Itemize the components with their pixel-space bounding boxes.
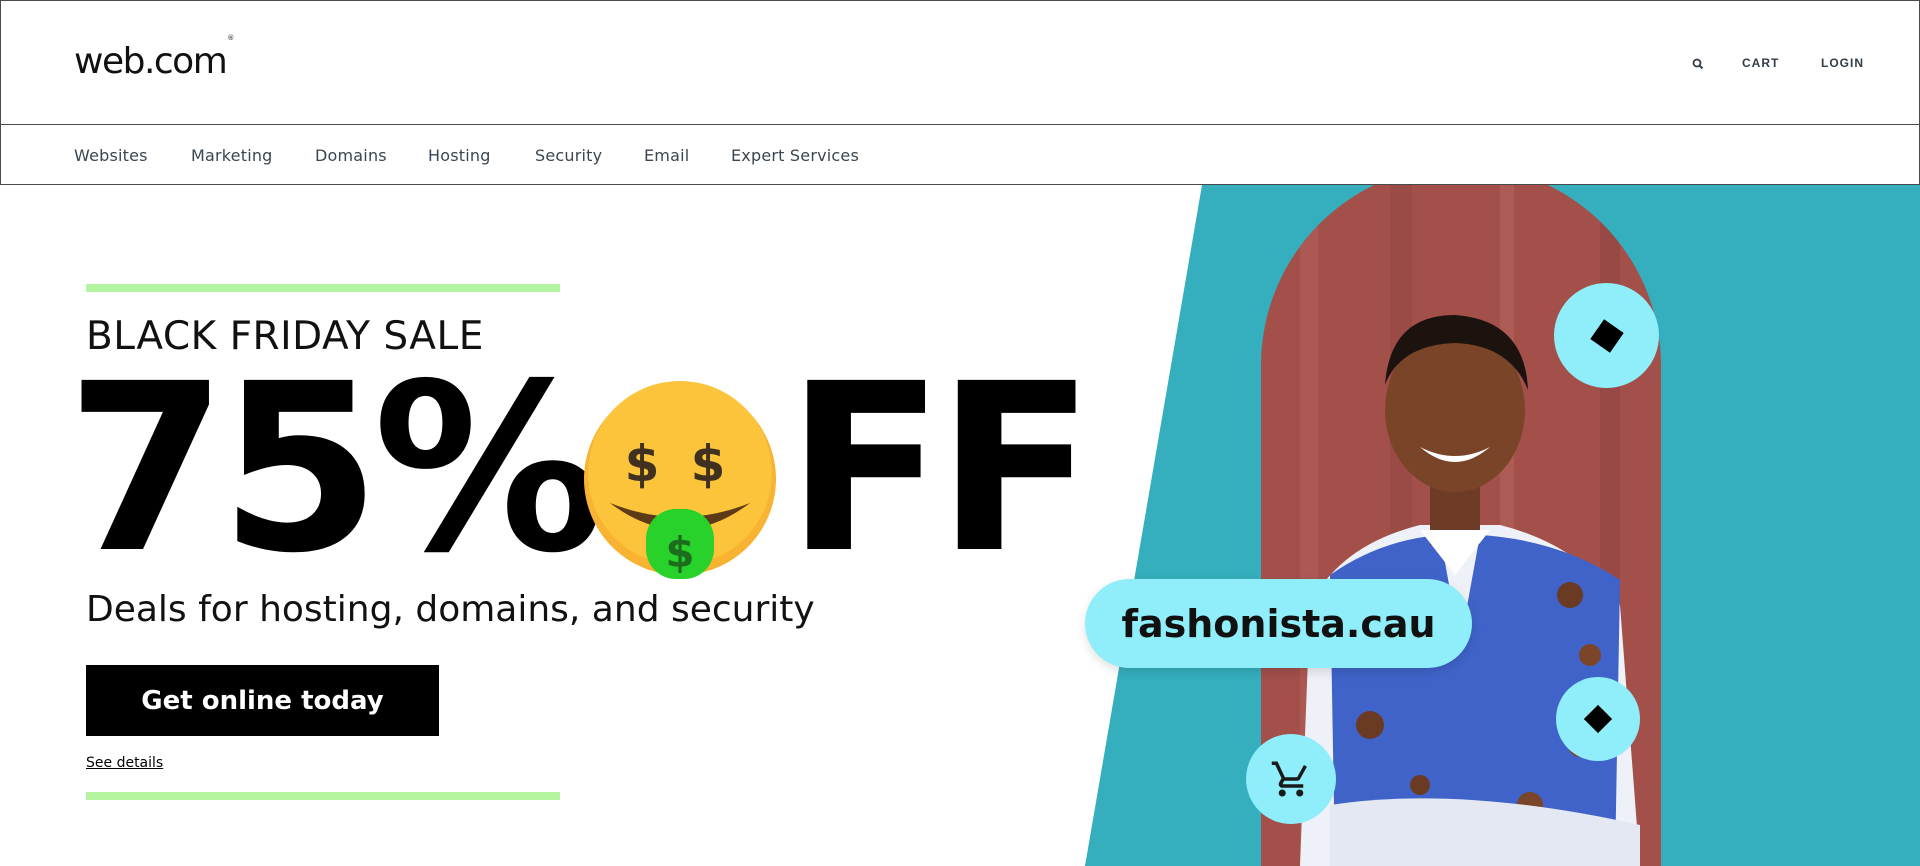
accent-line-bottom xyxy=(86,792,560,800)
login-link[interactable]: LOGIN xyxy=(1821,56,1864,70)
diamond-icon xyxy=(1583,704,1613,734)
svg-text:$: $ xyxy=(665,528,694,577)
see-details-link[interactable]: See details xyxy=(86,755,163,771)
cart-badge xyxy=(1246,734,1336,824)
svg-text:$: $ xyxy=(625,435,660,493)
nav-item-websites[interactable]: Websites xyxy=(74,146,148,165)
cart-link[interactable]: CART xyxy=(1742,56,1779,70)
site-logo[interactable]: web.com® xyxy=(74,34,234,82)
diamond-icon xyxy=(1589,318,1624,353)
nav-item-domains[interactable]: Domains xyxy=(315,146,387,165)
hero-banner: BLACK FRIDAY SALE 75% $ $ $ FF Deals for… xyxy=(0,185,1920,866)
nav-item-marketing[interactable]: Marketing xyxy=(191,146,273,165)
accent-line-top xyxy=(86,284,560,292)
domain-example-pill: fashonista.cau xyxy=(1085,579,1472,668)
nav-item-hosting[interactable]: Hosting xyxy=(428,146,491,165)
diamond-badge xyxy=(1554,283,1659,388)
nav-item-security[interactable]: Security xyxy=(535,146,602,165)
cart-icon xyxy=(1271,761,1307,797)
get-online-button[interactable]: Get online today xyxy=(86,665,439,736)
nav-item-email[interactable]: Email xyxy=(644,146,689,165)
svg-text:$: $ xyxy=(691,435,726,493)
main-nav: Websites Marketing Domains Hosting Secur… xyxy=(0,124,1920,185)
discount-percent: 75% xyxy=(66,334,605,604)
diamond-badge xyxy=(1556,677,1640,761)
hero-subhead: Deals for hosting, domains, and security xyxy=(86,589,815,630)
discount-off: FF xyxy=(786,334,1095,604)
site-header: web.com® CART LOGIN xyxy=(0,0,1920,125)
money-mouth-face-emoji: $ $ $ xyxy=(584,381,776,579)
search-icon[interactable] xyxy=(1691,57,1705,71)
nav-item-expert-services[interactable]: Expert Services xyxy=(731,146,859,165)
